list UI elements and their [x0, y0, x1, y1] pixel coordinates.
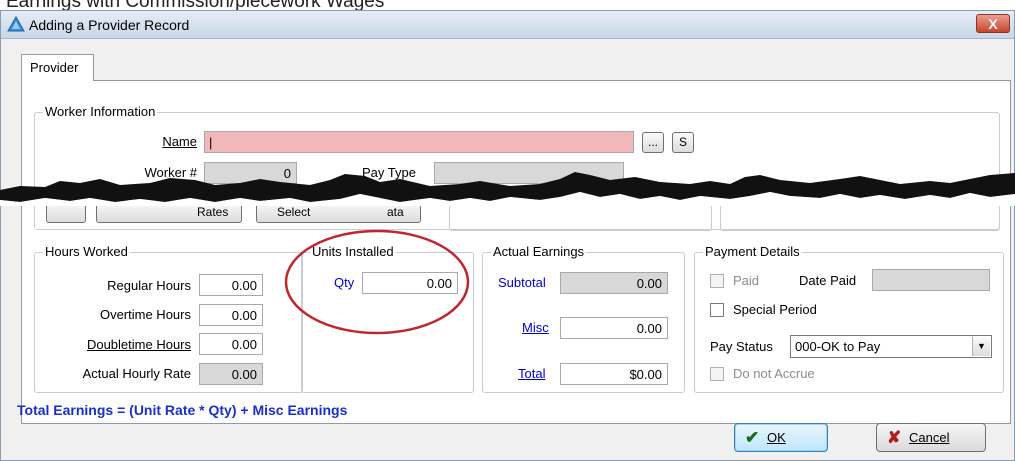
paid-checkbox[interactable] — [710, 274, 724, 288]
ok-button-label: OK — [767, 430, 786, 445]
app-icon — [7, 16, 25, 32]
misc-field[interactable]: 0.00 — [560, 317, 668, 339]
date-paid-field[interactable] — [872, 269, 990, 291]
total-label[interactable]: Total — [518, 366, 545, 381]
do-not-accrue-label: Do not Accrue — [733, 366, 815, 381]
torn-edge — [0, 172, 1015, 206]
total-field[interactable]: $0.00 — [560, 363, 668, 385]
doubletime-hours-label: Doubletime Hours — [86, 337, 191, 352]
payment-details-legend: Payment Details — [703, 244, 802, 259]
title-bar[interactable]: Adding a Provider Record X — [1, 11, 1014, 39]
tab-provider-label: Provider — [30, 60, 79, 75]
tab-panel-provider: Worker Information Name | ... S Worker #… — [21, 80, 1011, 424]
tab-provider[interactable]: Provider — [21, 54, 94, 81]
overtime-hours-field[interactable]: 0.00 — [199, 304, 263, 326]
regular-hours-field[interactable]: 0.00 — [199, 274, 263, 296]
cancel-button[interactable]: ✘ Cancel — [876, 423, 986, 452]
special-period-label: Special Period — [733, 302, 817, 317]
name-field[interactable]: | — [204, 131, 634, 153]
window-title: Adding a Provider Record — [29, 17, 190, 33]
regular-hours-label: Regular Hours — [107, 278, 191, 293]
highlight-circle — [284, 229, 470, 335]
do-not-accrue-checkbox[interactable] — [710, 367, 724, 381]
special-period-checkbox[interactable] — [710, 303, 724, 317]
paid-label: Paid — [733, 273, 760, 288]
name-browse-button[interactable]: ... — [642, 132, 664, 153]
close-button[interactable]: X — [976, 14, 1010, 33]
subtotal-field[interactable]: 0.00 — [560, 272, 668, 294]
worker-information-legend: Worker Information — [43, 104, 158, 119]
dialog-window: Adding a Provider Record X Provider Work… — [0, 10, 1015, 461]
actual-earnings-legend: Actual Earnings — [491, 244, 587, 259]
pay-status-value: 000-OK to Pay — [795, 339, 881, 354]
ok-button[interactable]: ✔ OK — [734, 423, 828, 452]
check-icon: ✔ — [745, 428, 760, 447]
cancel-button-label: Cancel — [909, 430, 950, 445]
pay-status-dropdown[interactable]: 000-OK to Pay ▼ — [790, 335, 992, 358]
subtotal-label: Subtotal — [498, 275, 546, 290]
name-s-button[interactable]: S — [672, 132, 694, 153]
cancel-x-icon: ✘ — [887, 428, 902, 447]
formula-text: Total Earnings = (Unit Rate * Qty) + Mis… — [17, 402, 348, 418]
pay-status-label: Pay Status — [710, 339, 773, 354]
hours-worked-legend: Hours Worked — [43, 244, 130, 259]
doubletime-hours-field[interactable]: 0.00 — [199, 333, 263, 355]
close-icon: X — [988, 16, 998, 32]
date-paid-label: Date Paid — [799, 273, 857, 288]
overtime-hours-label: Overtime Hours — [99, 307, 191, 322]
actual-hourly-rate-field[interactable]: 0.00 — [199, 363, 263, 385]
name-label: Name — [162, 134, 197, 149]
actual-hourly-rate-label: Actual Hourly Rate — [82, 366, 191, 381]
misc-label[interactable]: Misc — [522, 320, 549, 335]
chevron-down-icon[interactable]: ▼ — [972, 337, 990, 356]
